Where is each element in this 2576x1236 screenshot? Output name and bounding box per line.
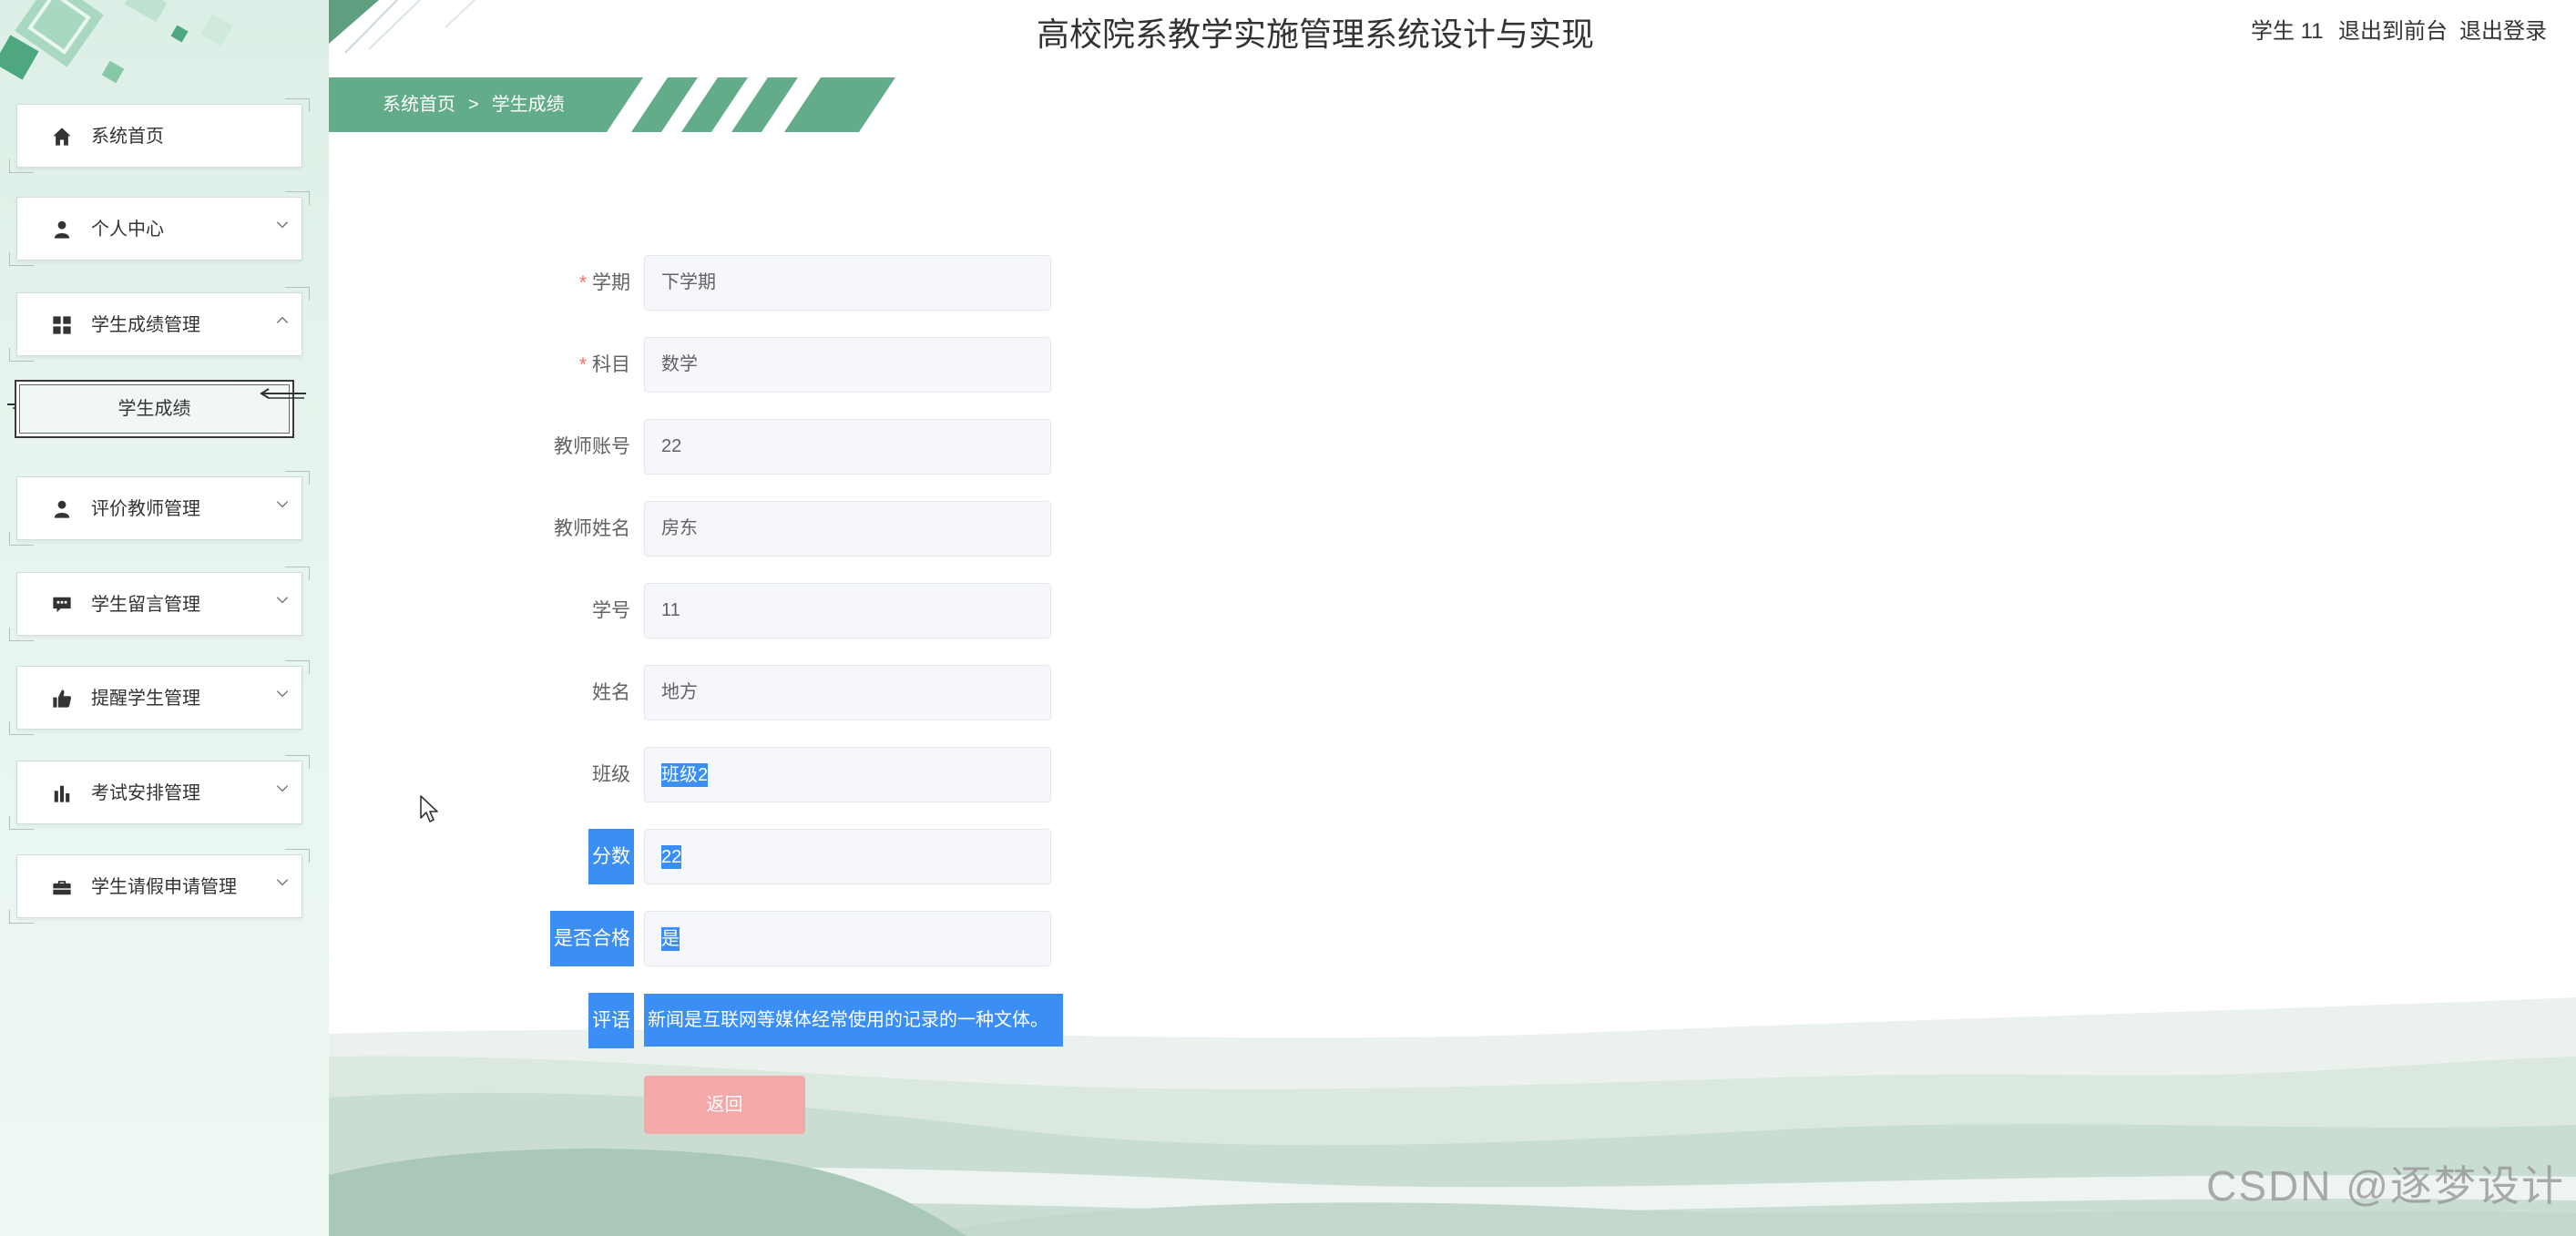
passed-label: 是否合格 bbox=[510, 911, 634, 966]
chevron-down-icon bbox=[274, 216, 291, 232]
sidebar-item-label: 学生成绩管理 bbox=[91, 315, 200, 335]
chevron-down-icon bbox=[274, 591, 291, 608]
back-button[interactable]: 返回 bbox=[644, 1076, 805, 1134]
sidebar-item-label: 提醒学生管理 bbox=[91, 689, 200, 709]
page-title: 高校院系教学实施管理系统设计与实现 bbox=[1037, 15, 1595, 53]
home-icon bbox=[52, 127, 72, 147]
breadcrumb-current: 学生成绩 bbox=[491, 95, 565, 115]
sidebar-item-score-management[interactable]: 学生成绩管理 bbox=[9, 287, 310, 362]
subject-field[interactable]: 数学 bbox=[644, 337, 1051, 393]
teacher-account-field[interactable]: 22 bbox=[644, 419, 1051, 475]
term-label: * 学期 bbox=[578, 272, 630, 293]
required-mark: * bbox=[578, 354, 587, 375]
header-decoration bbox=[329, 0, 475, 54]
sidebar-item-remind-students[interactable]: 提醒学生管理 bbox=[9, 660, 310, 735]
message-icon bbox=[52, 595, 72, 615]
sidebar-item-label: 学生请假申请管理 bbox=[91, 877, 237, 897]
user-icon bbox=[52, 220, 72, 240]
watermark: CSDN @逐梦设计 bbox=[2206, 1162, 2565, 1210]
sidebar-item-leave-requests[interactable]: 学生请假申请管理 bbox=[9, 849, 310, 924]
chevron-down-icon bbox=[274, 873, 291, 890]
sidebar-item-exam-schedule[interactable]: 考试安排管理 bbox=[9, 755, 310, 830]
score-field[interactable]: 22 bbox=[644, 829, 1051, 884]
back-to-frontend-link[interactable]: 退出到前台 bbox=[2338, 18, 2448, 46]
subject-label: * 科目 bbox=[578, 354, 630, 375]
class-field[interactable]: 班级2 bbox=[644, 747, 1051, 802]
teacher-account-label: 教师账号 bbox=[554, 436, 630, 457]
bar-chart-icon bbox=[52, 783, 72, 803]
student-id-label: 学号 bbox=[592, 600, 630, 621]
breadcrumb-separator: > bbox=[468, 95, 479, 115]
sidebar-item-label: 考试安排管理 bbox=[91, 783, 200, 803]
sidebar-item-label: 评价教师管理 bbox=[91, 499, 200, 519]
chevron-up-icon bbox=[274, 312, 291, 328]
mouse-cursor-icon bbox=[420, 795, 438, 822]
breadcrumb: 系统首页 > 学生成绩 bbox=[383, 77, 565, 132]
comment-label: 评语 bbox=[510, 993, 634, 1048]
arrow-left-icon bbox=[260, 388, 306, 399]
sidebar-item-student-messages[interactable]: 学生留言管理 bbox=[9, 567, 310, 641]
sidebar-item-home[interactable]: 系统首页 bbox=[9, 98, 310, 173]
teacher-name-field[interactable]: 房东 bbox=[644, 501, 1051, 557]
sidebar-item-personal-center[interactable]: 个人中心 bbox=[9, 191, 310, 266]
sidebar-item-label: 个人中心 bbox=[91, 220, 164, 240]
passed-field[interactable]: 是 bbox=[644, 911, 1051, 966]
chevron-down-icon bbox=[274, 495, 291, 512]
thumbs-up-icon bbox=[52, 689, 72, 709]
sidebar-subitem-student-scores[interactable]: 学生成绩 bbox=[15, 380, 294, 438]
user-icon bbox=[52, 499, 72, 519]
breadcrumb-home[interactable]: 系统首页 bbox=[383, 95, 455, 115]
chevron-down-icon bbox=[274, 685, 291, 701]
sidebar-decoration bbox=[0, 0, 233, 84]
sidebar-item-teacher-evaluation[interactable]: 评价教师管理 bbox=[9, 471, 310, 546]
student-id-field[interactable]: 11 bbox=[644, 583, 1051, 638]
term-field[interactable]: 下学期 bbox=[644, 255, 1051, 311]
required-mark: * bbox=[578, 272, 587, 293]
teacher-name-label: 教师姓名 bbox=[554, 518, 630, 539]
score-label: 分数 bbox=[510, 829, 634, 884]
logout-link[interactable]: 退出登录 bbox=[2459, 18, 2547, 46]
student-name-label: 姓名 bbox=[592, 682, 630, 703]
briefcase-icon bbox=[52, 877, 72, 897]
grid-icon bbox=[52, 315, 72, 335]
sidebar-item-label: 学生留言管理 bbox=[91, 595, 200, 615]
class-label: 班级 bbox=[592, 764, 630, 785]
student-name-field[interactable]: 地方 bbox=[644, 665, 1051, 720]
sidebar-item-label: 系统首页 bbox=[91, 127, 164, 147]
sidebar: 系统首页 个人中心 学生成绩管理 学生成绩 评价教师管理 学生留言管理 提醒学生… bbox=[0, 0, 329, 1236]
current-user: 学生 11 bbox=[2251, 19, 2324, 44]
chevron-down-icon bbox=[274, 780, 291, 796]
comment-textarea[interactable]: 新闻是互联网等媒体经常使用的记录的一种文体。 bbox=[644, 994, 1063, 1047]
